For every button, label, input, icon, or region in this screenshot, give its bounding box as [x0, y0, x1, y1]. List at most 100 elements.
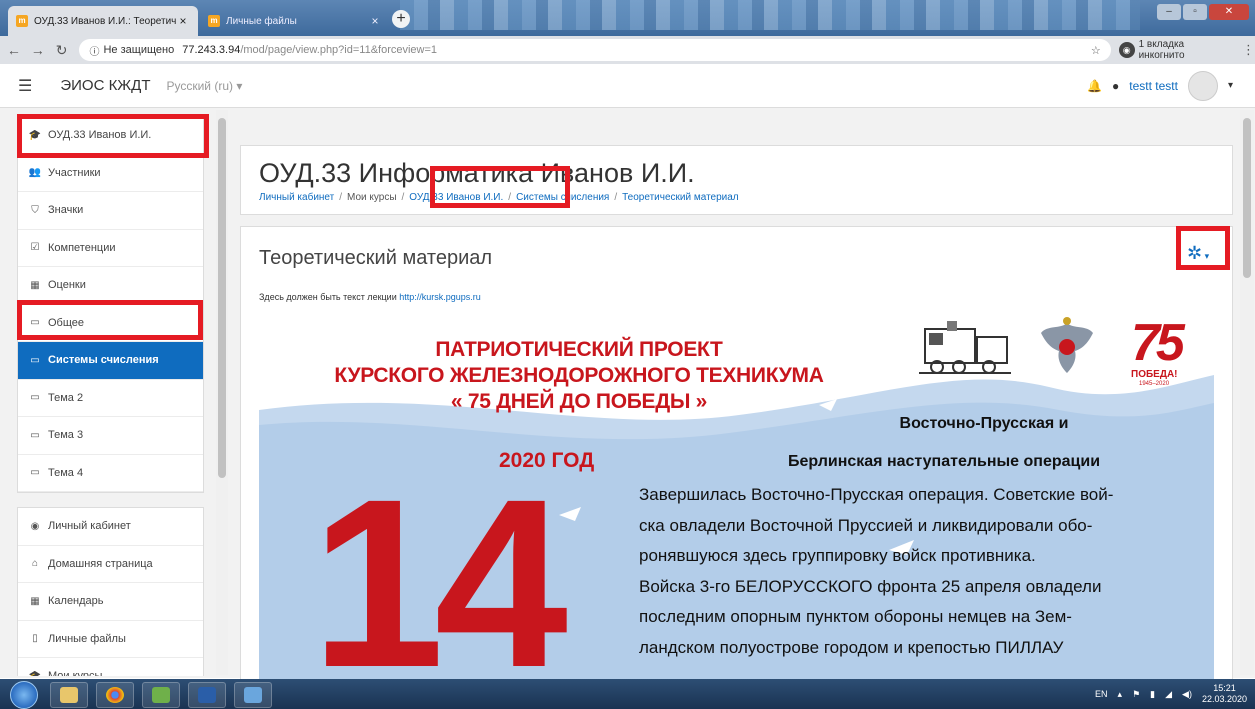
system-tray: EN ▴ ⚑ ▮ ◢ ◀) 15:21 22.03.2020 — [1095, 683, 1247, 705]
breadcrumb-course[interactable]: ОУД.33 Иванов И.И. — [409, 192, 503, 203]
sidebar-scrollbar[interactable] — [216, 110, 228, 675]
moodle-favicon-icon: m — [16, 15, 28, 27]
sidebar-item-label: Значки — [48, 204, 84, 217]
reload-icon[interactable]: ↻ — [52, 42, 72, 59]
sidebar-course-item[interactable]: ▭ Тема 4 — [18, 455, 203, 492]
sidebar-course-item[interactable]: ▭ Общее — [18, 305, 203, 342]
url-bar[interactable]: ⓘ Не защищено 77.243.3.94/mod/page/view.… — [79, 39, 1111, 61]
moodle-favicon-icon: m — [208, 15, 220, 27]
close-tab-icon[interactable]: × — [368, 14, 382, 28]
sidebar-course-item[interactable]: ▦ Оценки — [18, 267, 203, 305]
language-indicator[interactable]: EN — [1095, 689, 1108, 699]
sidebar-course-item[interactable]: ☑ Компетенции — [18, 230, 203, 267]
browser-tab-files[interactable]: m Личные файлы × — [200, 6, 390, 36]
breadcrumb-page[interactable]: Теоретический материал — [622, 192, 739, 203]
sidebar-item-label: Мои курсы — [48, 670, 102, 676]
volume-icon[interactable]: ◀) — [1182, 689, 1192, 700]
sidebar-item-label: Участники — [48, 166, 101, 179]
breadcrumb-my-courses: Мои курсы — [347, 192, 397, 203]
tray-arrow-icon[interactable]: ▴ — [1118, 689, 1123, 700]
sidebar-course-item[interactable]: 🎓 ОУД.33 Иванов И.И. — [18, 117, 203, 155]
sidebar-site-item[interactable]: ▦ Календарь — [18, 583, 203, 621]
user-name[interactable]: testt testt — [1129, 79, 1178, 93]
sidebar-item-label: Тема 4 — [48, 466, 84, 479]
bookmark-star-icon[interactable]: ☆ — [1091, 44, 1101, 57]
message-icon[interactable]: ● — [1112, 79, 1119, 93]
moodle-navbar: ☰ ЭИОС КЖДТ Русский (ru) ▾ 🔔 ● testt tes… — [0, 64, 1255, 108]
sidebar-site-item[interactable]: 🎓 Мои курсы — [18, 658, 203, 676]
close-window-icon[interactable]: ✕ — [1209, 4, 1249, 20]
graduation-cap-icon: 🎓 — [28, 671, 42, 676]
clock[interactable]: 15:21 22.03.2020 — [1202, 683, 1247, 705]
page-title: ОУД.33 Информатика Иванов И.И. — [259, 158, 695, 188]
browser-tab-bar: m ОУД.33 Иванов И.И.: Теоретич × m Личны… — [0, 0, 1255, 36]
breadcrumb-section[interactable]: Системы счисления — [516, 192, 609, 203]
address-toolbar: ← → ↻ ⓘ Не защищено 77.243.3.94/mod/page… — [0, 36, 1255, 64]
forward-arrow-icon[interactable]: → — [28, 42, 48, 58]
poster-image: ПАТРИОТИЧЕСКИЙ ПРОЕКТ КУРСКОГО ЖЕЛЕЗНОДО… — [259, 315, 1214, 686]
sidebar-course-item[interactable]: 👥 Участники — [18, 155, 203, 192]
sidebar-site-item[interactable]: ▯ Личные файлы — [18, 621, 203, 658]
hamburger-menu-icon[interactable]: ☰ — [18, 76, 32, 96]
user-area: 🔔 ● testt testt ▾ — [1087, 70, 1233, 101]
shield-icon: ⛉ — [31, 204, 39, 216]
avatar[interactable] — [1187, 70, 1218, 101]
sidebar-item-label: Календарь — [48, 595, 104, 608]
back-arrow-icon[interactable]: ← — [4, 42, 24, 58]
folder-icon: ▭ — [30, 392, 40, 404]
maximize-icon[interactable]: ▫ — [1183, 4, 1207, 20]
minimize-icon[interactable]: – — [1157, 4, 1181, 20]
browser-menu-icon[interactable]: ⋮ — [1242, 42, 1255, 58]
site-name[interactable]: ЭИОС КЖДТ — [60, 77, 150, 94]
incognito-badge[interactable]: ◉ 1 вкладка инкогнито — [1118, 39, 1232, 61]
sidebar-course-item[interactable]: ▭ Тема 2 — [18, 380, 203, 417]
home-icon: ⌂ — [31, 558, 39, 570]
main-scrollbar[interactable] — [1240, 110, 1254, 675]
table-icon: ▦ — [30, 279, 40, 291]
poster-day-number: 14 — [311, 449, 568, 686]
sidebar-item-label: Общее — [48, 316, 85, 329]
browser-tab-active[interactable]: m ОУД.33 Иванов И.И.: Теоретич × — [8, 6, 198, 36]
flag-icon[interactable]: ⚑ — [1132, 689, 1140, 700]
victory-75-emblem: 75 ПОБЕДА! 1945–2020 — [1131, 315, 1185, 387]
sidebar-item-label: Домашняя страница — [48, 557, 153, 570]
info-icon[interactable]: ⓘ — [89, 43, 99, 58]
language-menu[interactable]: Русский (ru) ▾ — [166, 79, 242, 93]
poster-heading-line1: Восточно-Прусская и — [899, 415, 1069, 432]
incognito-icon: ◉ — [1118, 42, 1135, 58]
tab-title: ОУД.33 Иванов И.И.: Теоретич — [34, 15, 176, 27]
sidebar-course-item[interactable]: ▭ Тема 3 — [18, 417, 203, 455]
start-button-icon[interactable] — [10, 681, 38, 709]
sidebar-course-item[interactable]: ▭ Системы счисления — [18, 342, 203, 380]
window-taskbar-icon[interactable] — [234, 682, 272, 708]
gear-icon[interactable]: ✲ ▾ — [1187, 243, 1209, 264]
sidebar-item-label: Тема 3 — [48, 429, 84, 442]
site-nav-block: ◉ Личный кабинет ⌂ Домашняя страница ▦ Календ… — [17, 507, 204, 676]
course-header: ОУД.33 Информатика Иванов И.И. Личный ка… — [240, 145, 1233, 215]
poster-body-text: Завершилась Восточно-Прусская операция. … — [639, 485, 1114, 657]
chevron-down-icon[interactable]: ▾ — [1228, 80, 1233, 91]
chevron-down-icon: ▾ — [1202, 251, 1210, 261]
explorer-taskbar-icon[interactable] — [50, 682, 88, 708]
sidebar-site-item[interactable]: ◉ Личный кабинет — [18, 508, 203, 546]
close-tab-icon[interactable]: × — [176, 14, 190, 28]
new-tab-button[interactable]: + — [392, 10, 410, 28]
photoshop-taskbar-icon[interactable] — [188, 682, 226, 708]
sidebar-item-label: Личные файлы — [48, 632, 126, 645]
page-content-card: Теоретический материал ✲ ▾ Здесь должен … — [240, 226, 1233, 686]
breadcrumb-dashboard[interactable]: Личный кабинет — [259, 192, 334, 203]
sidebar-site-item[interactable]: ⌂ Домашняя страница — [18, 546, 203, 583]
app-taskbar-icon[interactable] — [142, 682, 180, 708]
course-nav-block: 🎓 ОУД.33 Иванов И.И. 👥 Участники ⛉ Значки ☑ Ком… — [17, 116, 204, 493]
sidebar-course-item[interactable]: ⛉ Значки — [18, 192, 203, 230]
chrome-taskbar-icon[interactable] — [96, 682, 134, 708]
signal-icon[interactable]: ◢ — [1165, 689, 1172, 700]
network-icon[interactable]: ▮ — [1150, 689, 1155, 700]
sidebar-item-label: Личный кабинет — [48, 520, 131, 533]
poster-heading-line2: Берлинская наступательные операции — [787, 453, 1101, 470]
poster-title: ПАТРИОТИЧЕСКИЙ ПРОЕКТ КУРСКОГО ЖЕЛЕЗНОДО… — [334, 338, 824, 413]
bell-icon[interactable]: 🔔 — [1087, 79, 1102, 93]
lecture-link[interactable]: http://kursk.pgups.ru — [399, 292, 481, 302]
titlebar-background — [400, 0, 1140, 30]
checkbox-icon: ☑ — [30, 242, 40, 254]
